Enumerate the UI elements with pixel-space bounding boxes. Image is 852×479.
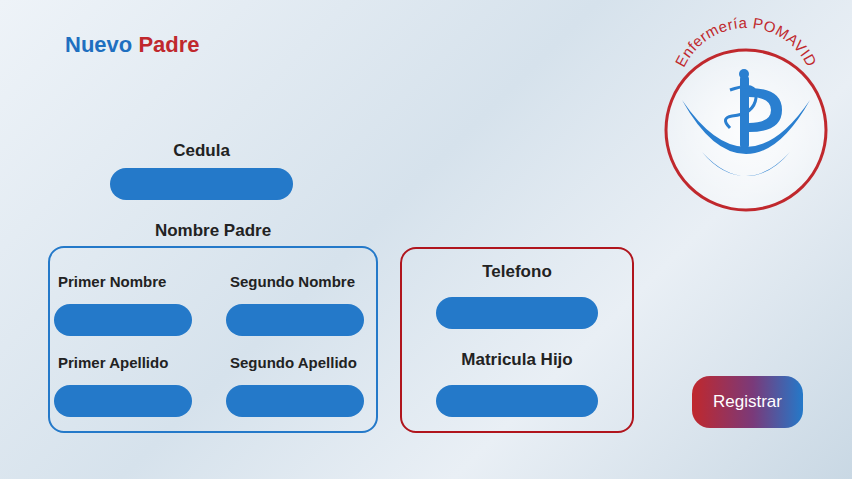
register-button[interactable]: Registrar xyxy=(692,376,803,428)
cedula-label: Cedula xyxy=(173,140,230,162)
name-input[interactable] xyxy=(54,304,192,336)
cedula-input[interactable] xyxy=(110,168,293,200)
cedula-section: Cedula xyxy=(110,140,293,200)
contact-field: Telefono xyxy=(436,261,598,329)
name-input[interactable] xyxy=(226,304,364,336)
field-label: Primer Nombre xyxy=(54,272,192,292)
contact-input[interactable] xyxy=(436,385,598,417)
groups-row: Nombre PadrePrimer NombreSegundo NombreP… xyxy=(48,220,638,433)
field-label: Matricula Hijo xyxy=(461,349,572,371)
pomavid-logo-icon: Enfermería POMAVID xyxy=(660,4,832,212)
name-group-label: Nombre Padre xyxy=(155,220,271,242)
name-field: Segundo Apellido xyxy=(226,353,364,417)
name-group-box: Primer Nombre Segundo Nombre Primer Apelli… xyxy=(48,246,378,433)
field-label: Segundo Apellido xyxy=(226,353,364,373)
side-column: Enfermería POMAVIDRegistrar xyxy=(638,30,852,479)
nuevo-padre-screen: Nuevo Padre Cedula Nombre Padre Primer Nomb… xyxy=(0,0,852,479)
name-input[interactable] xyxy=(54,385,192,417)
name-field: Segundo Nombre xyxy=(226,272,364,336)
name-field: Primer Nombre xyxy=(54,272,192,336)
contact-input[interactable] xyxy=(436,297,598,329)
contact-group-box: Telefono Matricula Hijo xyxy=(400,247,634,433)
field-label: Segundo Nombre xyxy=(226,272,364,292)
name-field: Primer Apellido xyxy=(54,353,192,417)
field-label: Telefono xyxy=(482,261,552,283)
page-title: Nuevo Padre xyxy=(48,30,638,60)
name-section: Nombre PadrePrimer NombreSegundo NombreP… xyxy=(48,220,378,433)
name-input[interactable] xyxy=(226,385,364,417)
svg-text:Enfermería POMAVID: Enfermería POMAVID xyxy=(672,14,821,69)
field-label: Primer Apellido xyxy=(54,353,192,373)
contact-field: Matricula Hijo xyxy=(436,349,598,417)
form-column: Nuevo Padre Cedula Nombre Padre Primer Nomb… xyxy=(48,30,638,479)
